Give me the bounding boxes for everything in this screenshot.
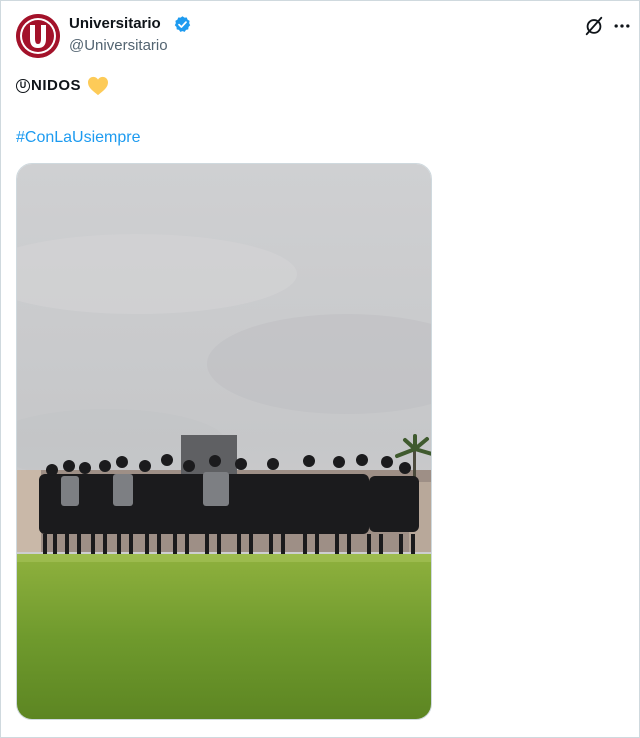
display-name[interactable]: Universitario <box>69 14 161 34</box>
verified-badge-icon[interactable] <box>173 15 192 34</box>
grok-icon[interactable] <box>583 15 605 37</box>
tweet-text: U NIDOS <box>16 75 109 97</box>
circled-letter: U <box>16 79 30 93</box>
avatar[interactable] <box>16 14 60 58</box>
tweet-text-word: NIDOS <box>31 77 82 94</box>
team-huddle-photo <box>17 164 431 719</box>
more-options-icon[interactable] <box>612 16 632 36</box>
hashtag-link[interactable]: #ConLaUsiempre <box>16 127 141 149</box>
user-handle[interactable]: @Universitario <box>69 36 168 56</box>
university-logo-icon <box>16 14 60 58</box>
tweet-photo[interactable] <box>16 163 432 720</box>
yellow-heart-icon <box>88 76 109 96</box>
